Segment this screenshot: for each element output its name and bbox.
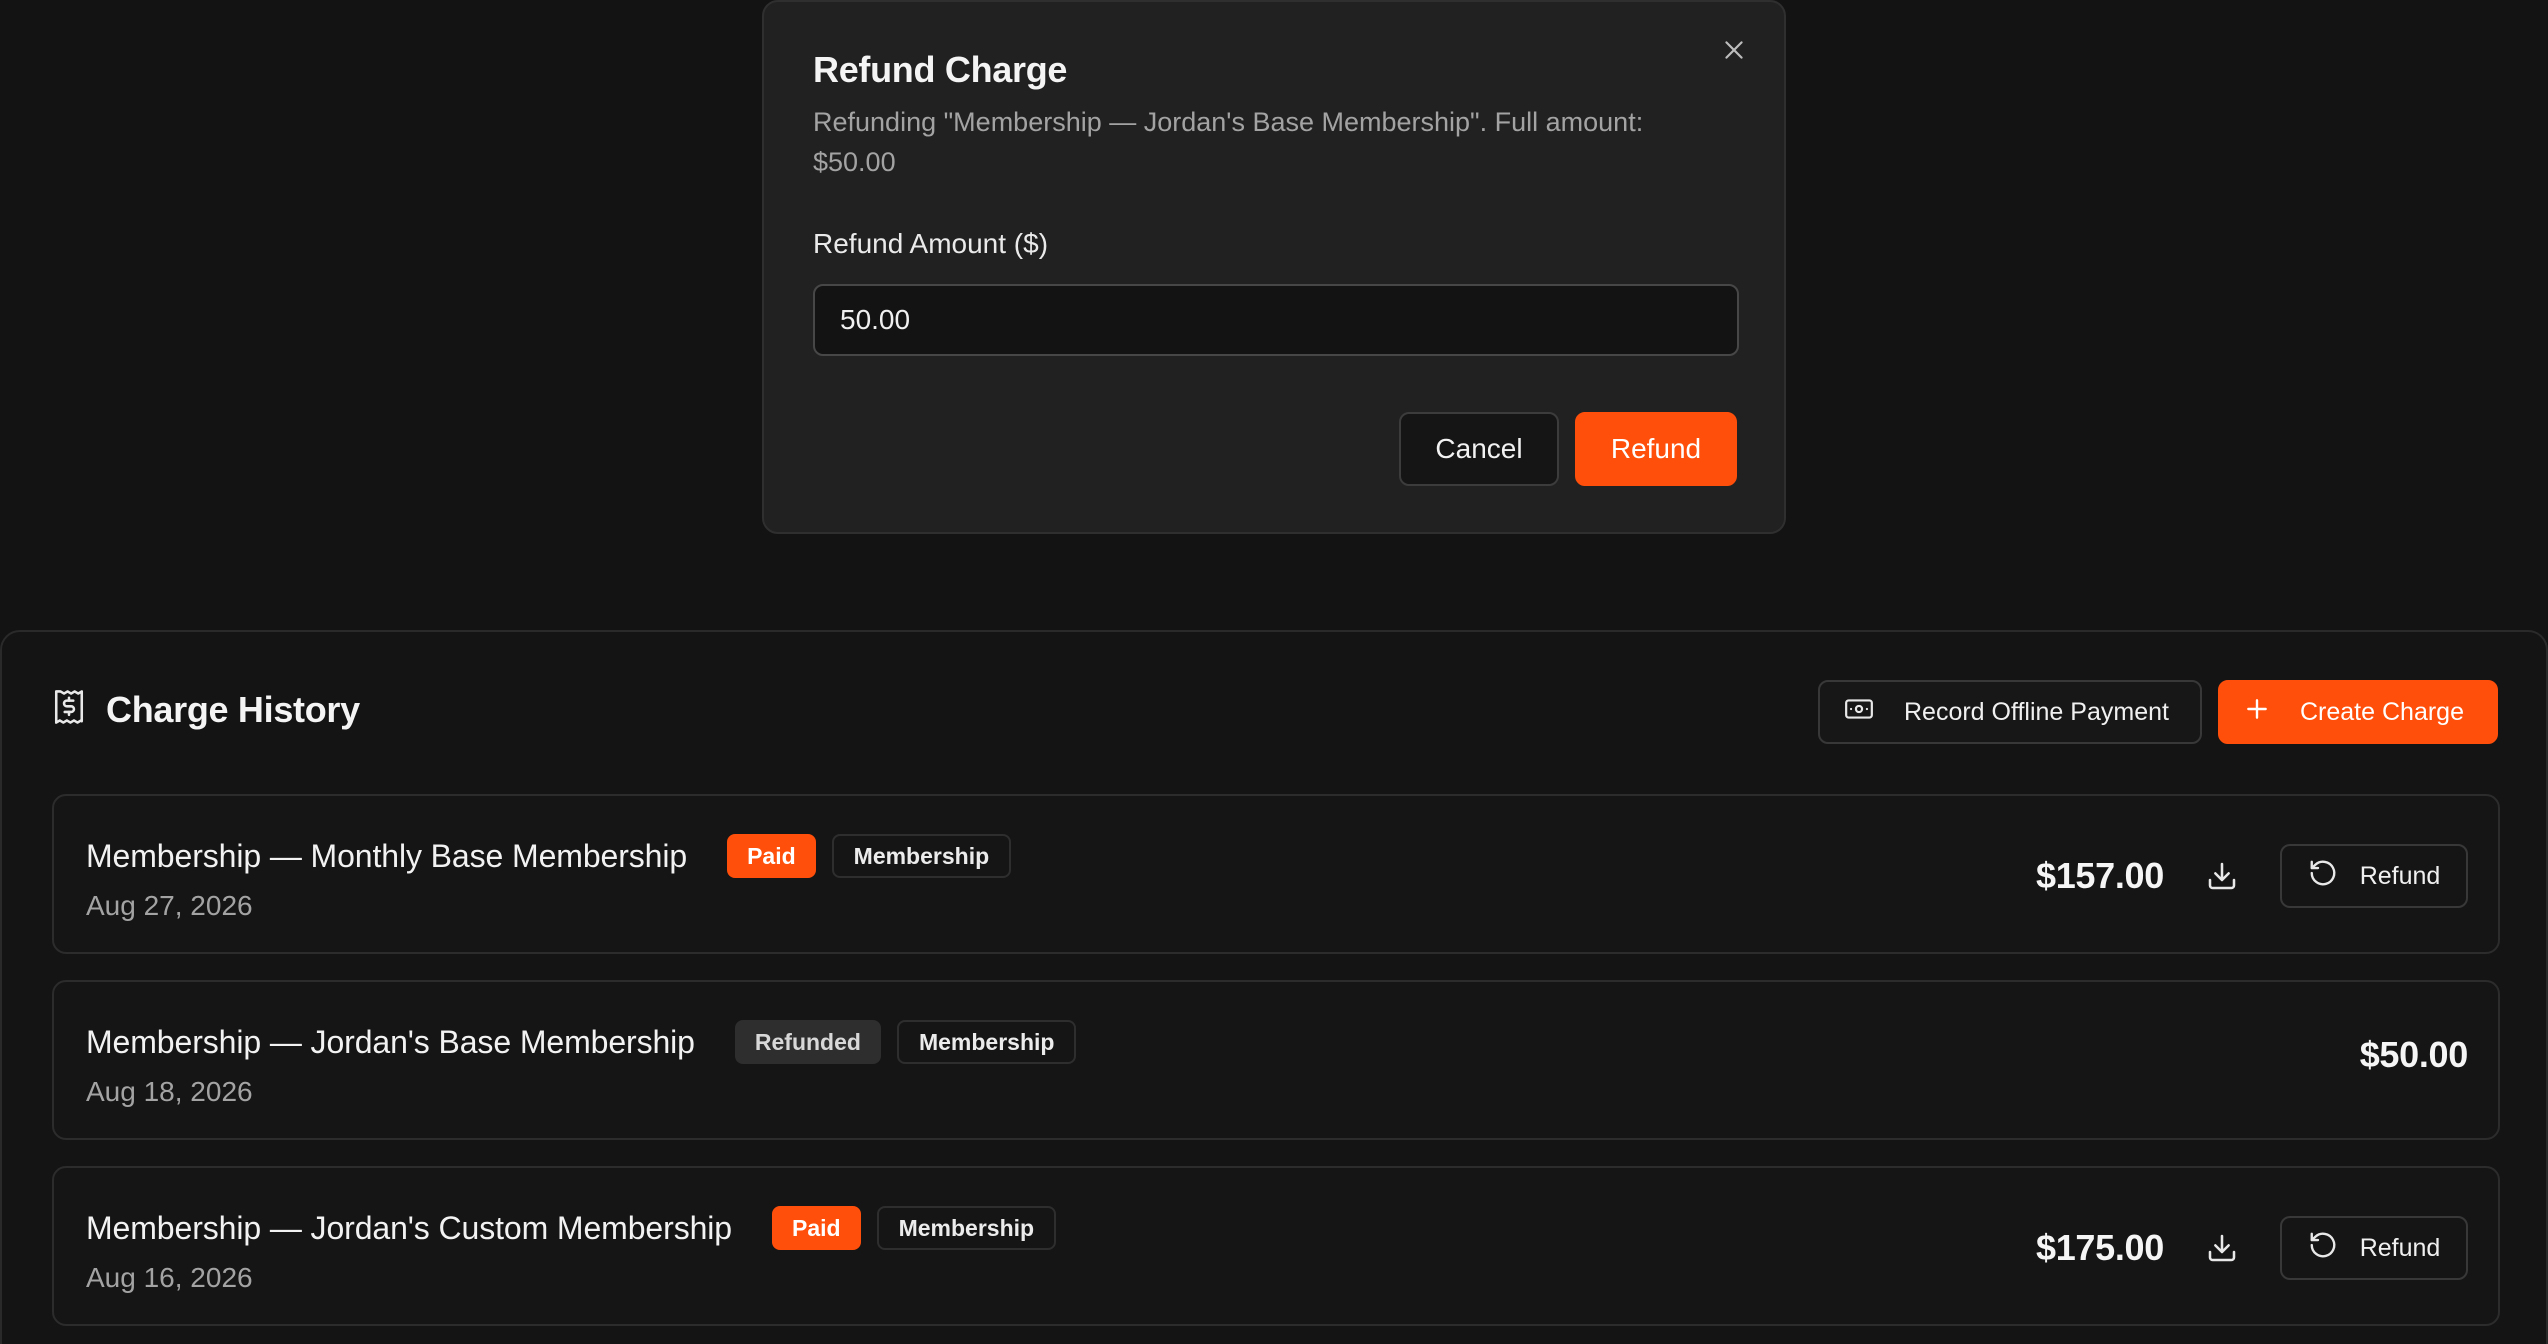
- panel-header: Charge History: [52, 688, 360, 731]
- charge-title: Membership — Jordan's Base Membership: [86, 1023, 695, 1060]
- charge-actions: $50.00: [2359, 1034, 2469, 1076]
- dialog-description: Refunding "Membership — Jordan's Base Me…: [813, 107, 1644, 177]
- status-badge: Paid: [727, 834, 816, 878]
- create-charge-button[interactable]: Create Charge: [2218, 680, 2498, 744]
- dialog-actions: Cancel Refund: [1399, 412, 1737, 486]
- charge-main: Membership — Jordan's Base Membership Re…: [86, 1020, 1077, 1064]
- charge-row: Membership — Jordan's Base Membership Re…: [52, 980, 2500, 1140]
- download-icon[interactable]: [2204, 1230, 2240, 1266]
- type-badge: Membership: [896, 1020, 1077, 1064]
- rotate-ccw-icon: [2308, 858, 2338, 895]
- charge-amount: $157.00: [2035, 855, 2164, 896]
- charge-actions: $175.00 Refund: [2036, 1216, 2468, 1280]
- charge-main: Membership — Monthly Base Membership Pai…: [86, 834, 1012, 878]
- refund-amount-label: Refund Amount ($): [813, 228, 1049, 259]
- status-badge: Refunded: [734, 1020, 881, 1064]
- charge-row: Membership — Jordan's Custom Membership …: [52, 1166, 2500, 1326]
- charge-title: Membership — Jordan's Custom Membership: [86, 1209, 732, 1246]
- cash-icon: [1844, 698, 1874, 727]
- plus-icon: [2244, 696, 2270, 729]
- charge-history-panel: Charge History Record Offline Payment Cr…: [0, 630, 2548, 1344]
- refund-charge-dialog: Refund Charge Refunding "Membership — Jo…: [762, 0, 1786, 534]
- charge-date: Aug 18, 2026: [86, 1076, 253, 1107]
- type-badge: Membership: [876, 1206, 1057, 1250]
- confirm-refund-button[interactable]: Refund: [1575, 412, 1737, 486]
- download-icon[interactable]: [2204, 858, 2240, 894]
- charge-date: Aug 16, 2026: [86, 1262, 253, 1293]
- record-offline-payment-label: Record Offline Payment: [1904, 697, 2169, 726]
- refund-button[interactable]: Refund: [2280, 1216, 2468, 1280]
- refund-button[interactable]: Refund: [2280, 844, 2468, 908]
- panel-title: Charge History: [106, 688, 360, 730]
- dialog-title: Refund Charge: [813, 49, 1068, 90]
- refund-label: Refund: [2359, 1233, 2441, 1262]
- status-badge: Paid: [772, 1206, 861, 1250]
- cancel-button[interactable]: Cancel: [1399, 412, 1559, 486]
- charge-date: Aug 27, 2026: [86, 890, 253, 921]
- refund-amount-input[interactable]: [813, 284, 1739, 356]
- type-badge: Membership: [831, 834, 1012, 878]
- charge-title: Membership — Monthly Base Membership: [86, 837, 688, 874]
- record-offline-payment-button[interactable]: Record Offline Payment: [1818, 680, 2202, 744]
- charge-amount: $175.00: [2035, 1227, 2164, 1268]
- header-actions: Record Offline Payment Create Charge: [1818, 680, 2498, 744]
- page: Refund Charge Refunding "Membership — Jo…: [0, 0, 2548, 1344]
- charge-amount: $50.00: [2359, 1034, 2469, 1075]
- rotate-ccw-icon: [2308, 1230, 2338, 1267]
- charge-main: Membership — Jordan's Custom Membership …: [86, 1206, 1057, 1250]
- create-charge-label: Create Charge: [2300, 697, 2464, 726]
- close-icon[interactable]: [1716, 32, 1752, 68]
- receipt-dollar-icon: [52, 688, 86, 731]
- charge-row: Membership — Monthly Base Membership Pai…: [52, 794, 2500, 954]
- refund-label: Refund: [2359, 861, 2441, 890]
- charge-actions: $157.00 Refund: [2036, 844, 2468, 908]
